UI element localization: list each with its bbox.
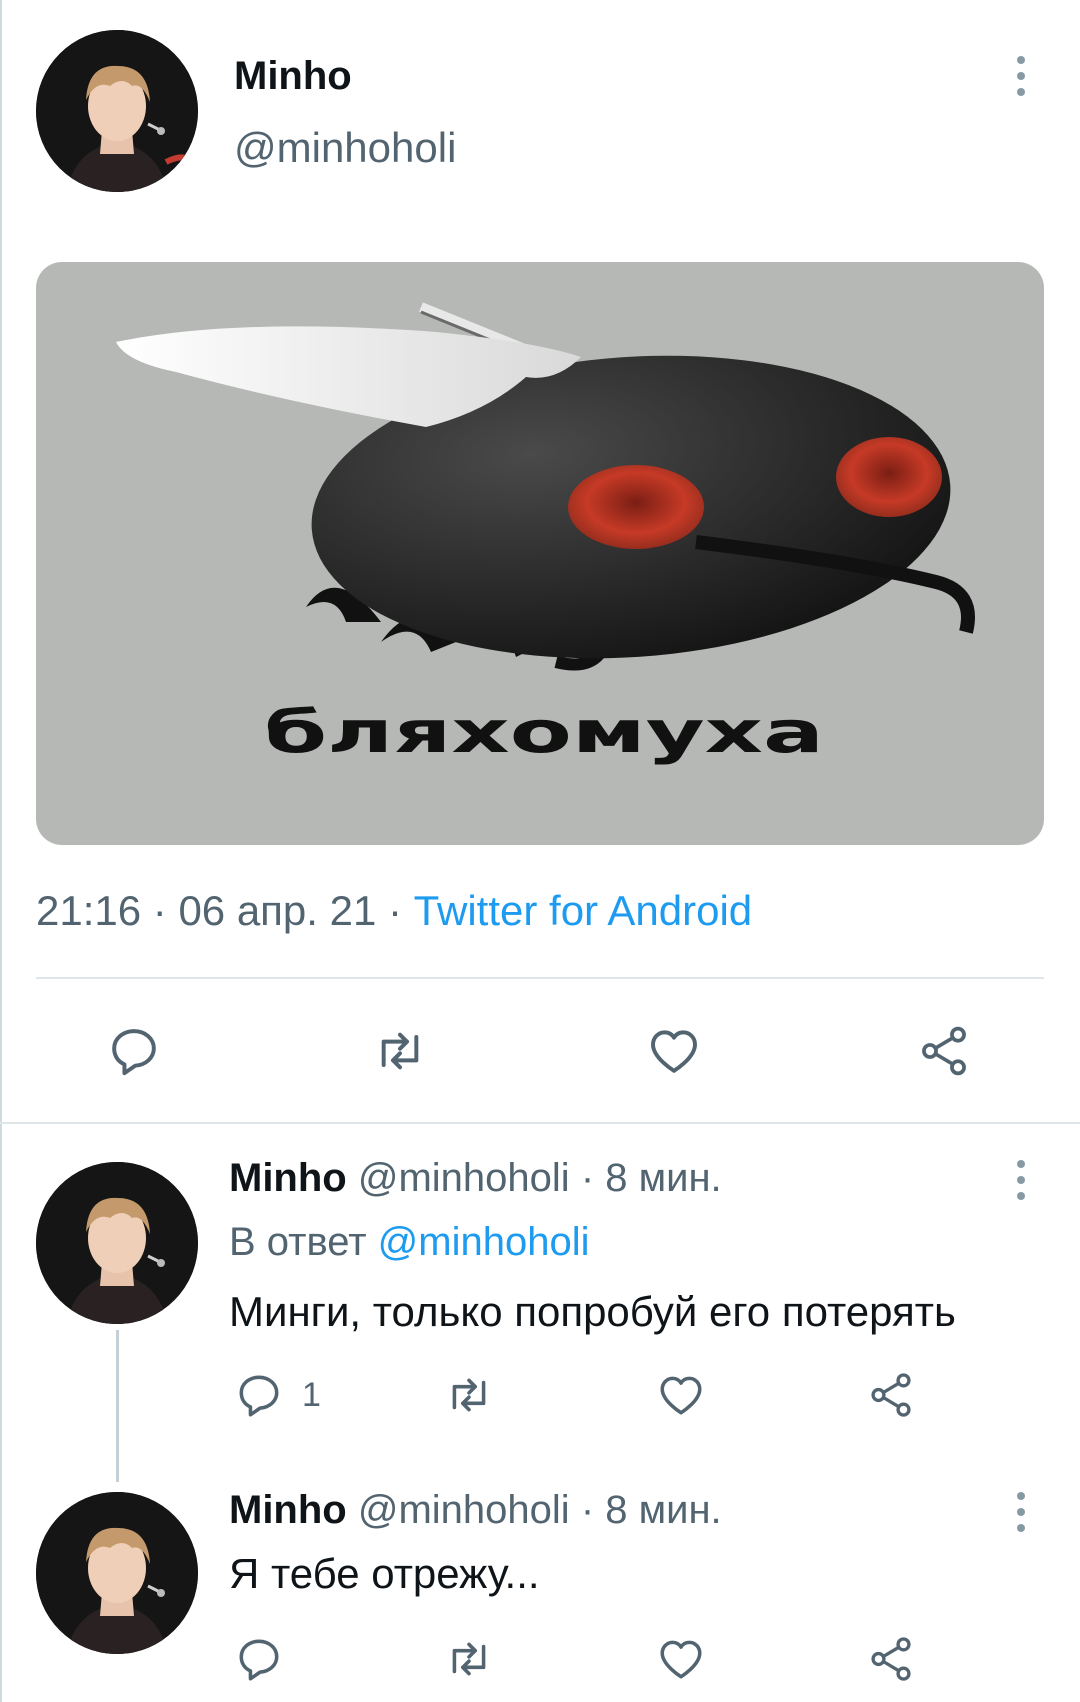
tweet-metadata: 21:16 · 06 апр. 21 · Twitter for Android (36, 887, 752, 935)
more-vertical-icon[interactable] (1006, 56, 1036, 96)
meta-separator: · (376, 887, 414, 934)
share-icon (871, 1637, 911, 1681)
heart-icon (660, 1376, 702, 1415)
image-caption: бляхомуха (264, 698, 824, 766)
section-divider (0, 1122, 1080, 1124)
author-handle[interactable]: @minhoholi (234, 124, 456, 172)
share-button[interactable] (866, 1634, 916, 1684)
author-name[interactable]: Minho (229, 1156, 347, 1200)
like-button[interactable] (656, 1634, 706, 1684)
reply-to-line: В ответ @minhoholi (229, 1220, 589, 1265)
retweet-icon (452, 1642, 486, 1676)
reply-icon (112, 1029, 156, 1076)
share-icon (922, 1026, 966, 1076)
left-edge-divider (0, 0, 2, 1702)
reply-prefix: В ответ (229, 1220, 367, 1264)
reply-header: Minho @minhoholi · 8 мин. (229, 1156, 722, 1200)
author-handle[interactable]: @minhoholi (358, 1156, 570, 1200)
reply-to-handle[interactable]: @minhoholi (378, 1220, 590, 1264)
share-button[interactable] (866, 1370, 916, 1420)
like-button[interactable] (646, 1023, 702, 1079)
meta-separator: · (141, 887, 179, 934)
metadata-divider (36, 977, 1044, 979)
reply-icon (239, 1375, 279, 1417)
reply-count: 1 (302, 1375, 321, 1414)
author-handle[interactable]: @minhoholi (358, 1488, 570, 1532)
retweet-icon (452, 1378, 486, 1412)
avatar[interactable] (36, 1162, 198, 1324)
author-name[interactable]: Minho (229, 1488, 347, 1532)
reply-button[interactable] (106, 1023, 162, 1079)
tweet-source-link[interactable]: Twitter for Android (414, 887, 752, 934)
retweet-icon (381, 1032, 419, 1070)
reply-time: 8 мин. (605, 1488, 722, 1532)
author-name[interactable]: Minho (234, 54, 352, 99)
share-button[interactable] (916, 1023, 972, 1079)
more-vertical-icon[interactable] (1006, 1160, 1036, 1200)
share-icon (871, 1373, 911, 1417)
more-vertical-icon[interactable] (1006, 1492, 1036, 1532)
retweet-button[interactable] (444, 1634, 494, 1684)
tweet-time: 21:16 (36, 887, 142, 934)
reply-text: Минги, только попробуй его потерять (229, 1288, 956, 1335)
reply-header: Minho @minhoholi · 8 мин. (229, 1488, 722, 1532)
avatar[interactable] (36, 1492, 198, 1654)
tweet-date: 06 апр. 21 (178, 887, 377, 934)
like-button[interactable] (656, 1370, 706, 1420)
heart-icon (651, 1030, 697, 1073)
reply-text: Я тебе отрежу... (229, 1550, 540, 1597)
reply-icon (239, 1639, 279, 1681)
heart-icon (660, 1640, 702, 1679)
fly-illustration: бляхомуха (116, 302, 975, 766)
reply-time: 8 мин. (605, 1156, 722, 1200)
retweet-button[interactable] (372, 1023, 428, 1079)
tweet-media-image[interactable]: бляхомуха (36, 262, 1044, 845)
thread-connector (116, 1330, 119, 1482)
reply-button[interactable]: 1 (234, 1370, 321, 1420)
reply-button[interactable] (234, 1634, 284, 1684)
retweet-button[interactable] (444, 1370, 494, 1420)
avatar[interactable] (36, 30, 198, 192)
